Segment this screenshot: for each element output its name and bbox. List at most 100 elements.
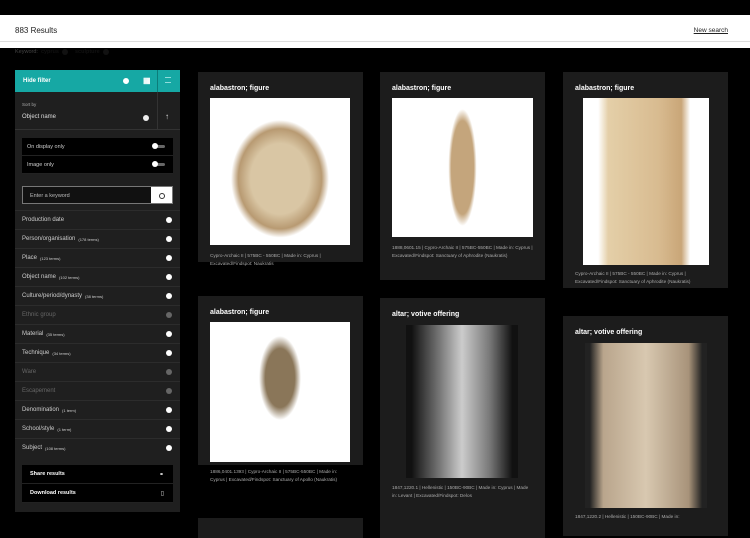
on-display-toggle[interactable]: On display only (22, 138, 173, 156)
divider (157, 92, 158, 130)
object-image[interactable] (210, 98, 350, 245)
chevron-right-icon (166, 217, 172, 223)
facet-production-date[interactable]: Production date (15, 210, 180, 229)
toggle-switch[interactable] (152, 143, 165, 149)
chevron-right-icon (166, 274, 172, 280)
share-label: Share results (30, 471, 65, 477)
collapse-icon[interactable] (123, 78, 129, 84)
facet-subject[interactable]: Subject (108 terms) (15, 438, 180, 457)
result-card[interactable]: altar; votive offering 1847,1220.2 | Hel… (563, 316, 728, 536)
results-header: 883 Results New search Keyword: cyprus s… (0, 15, 750, 55)
sort-select[interactable]: Object name (22, 114, 56, 120)
object-image[interactable] (406, 325, 518, 478)
facet-label: Subject (22, 445, 43, 451)
result-card[interactable]: alabastron; figure Cypro-Archaic II | 57… (563, 72, 728, 288)
facet-label: Culture/period/dynasty (22, 293, 83, 299)
facet-count: (38 terms) (85, 293, 104, 299)
facet-count: (1 term) (57, 426, 72, 432)
toggle-switch[interactable] (152, 161, 165, 167)
filter-sidebar: Hide filter ▦ Sort by Object name ↑ On d… (15, 70, 180, 512)
keyword-filters: Keyword: cyprus sculpture (15, 49, 113, 55)
chevron-down-icon[interactable] (143, 115, 149, 121)
sort-label: Sort by (22, 102, 37, 107)
result-card[interactable]: alabastron; figure 1888,0601.15 | Cypro-… (380, 72, 545, 280)
chevron-right-icon (166, 236, 172, 242)
chevron-right-icon (166, 388, 172, 394)
facet-count: (102 terms) (59, 274, 80, 280)
share-results-button[interactable]: Share results ⚭ (22, 465, 173, 484)
card-title[interactable]: alabastron; figure (575, 85, 728, 92)
card-title[interactable]: altar; votive offering (575, 329, 728, 336)
download-results-button[interactable]: Download results ▯ (22, 484, 173, 503)
result-card[interactable] (198, 518, 363, 538)
keyword-search: Enter a keyword (22, 186, 173, 204)
divider (0, 41, 750, 42)
facet-person-organisation[interactable]: Person/organisation (178 terms) (15, 229, 180, 248)
hide-filter-button[interactable]: Hide filter ▦ (15, 70, 180, 92)
card-description: 1847,1220.2 | Hellenistic | 150BC-90BC |… (575, 514, 680, 519)
facet-list: Production date Person/organisation (178 t… (15, 210, 180, 457)
chevron-right-icon (166, 369, 172, 375)
facet-label: Technique (22, 350, 50, 356)
sort-control: Sort by Object name ↑ (15, 92, 180, 130)
card-description: Cypro-Archaic II | 575BC - 550BC | Made … (210, 253, 321, 266)
facet-culture-period-dynasty[interactable]: Culture/period/dynasty (38 terms) (15, 286, 180, 305)
facet-school-style[interactable]: School/style (1 term) (15, 419, 180, 438)
card-title[interactable]: alabastron; figure (210, 85, 363, 92)
chevron-right-icon (166, 350, 172, 356)
card-description: Cypro-Archaic II | 575BC - 550BC | Made … (575, 271, 691, 284)
facet-label: Escapement (22, 388, 56, 394)
divider (157, 70, 158, 92)
facet-technique[interactable]: Technique (34 terms) (15, 343, 180, 362)
actions: Share results ⚭ Download results ▯ (22, 465, 173, 503)
remove-keyword-icon[interactable] (102, 49, 109, 55)
keyword-chip: cyprus (40, 49, 59, 55)
facet-escapement: Escapement (15, 381, 180, 400)
result-card[interactable]: altar; votive offering 1847,1220.1 | Hel… (380, 298, 545, 538)
chevron-right-icon (166, 293, 172, 299)
sort-direction-icon[interactable]: ↑ (165, 112, 169, 121)
facet-label: Production date (22, 217, 65, 223)
facet-ethnic-group: Ethnic group (15, 305, 180, 324)
object-image[interactable] (585, 343, 707, 508)
result-card[interactable]: alabastron; figure 1886,0401.1393 | Cypr… (198, 296, 363, 482)
object-image[interactable] (583, 98, 709, 265)
chevron-right-icon (166, 331, 172, 337)
card-title[interactable]: alabastron; figure (392, 85, 545, 92)
card-title[interactable]: alabastron; figure (210, 309, 363, 316)
remove-keyword-icon[interactable] (61, 49, 68, 55)
search-icon[interactable] (151, 187, 172, 203)
card-title[interactable]: altar; votive offering (392, 311, 545, 318)
file-icon: ▯ (160, 491, 164, 497)
facet-place[interactable]: Place (123 terms) (15, 248, 180, 267)
facet-denomination[interactable]: Denomination (1 term) (15, 400, 180, 419)
image-only-toggle[interactable]: Image only (22, 156, 173, 174)
facet-count: (123 terms) (40, 255, 61, 261)
card-description: 1847,1220.1 | Hellenistic | 150BC-90BC |… (392, 485, 529, 498)
facet-label: Material (22, 331, 44, 337)
chevron-right-icon (166, 426, 172, 432)
grid-view-icon[interactable]: ▦ (143, 77, 151, 85)
toggles: On display only Image only (22, 138, 173, 174)
keyword-label: Keyword: (15, 49, 38, 55)
facet-label: Object name (22, 274, 57, 280)
list-view-icon[interactable] (165, 77, 171, 83)
facet-object-name[interactable]: Object name (102 terms) (15, 267, 180, 286)
object-image[interactable] (392, 98, 533, 237)
chevron-right-icon (166, 407, 172, 413)
facet-label: School/style (22, 426, 55, 432)
hide-filter-label: Hide filter (23, 78, 51, 84)
object-image[interactable] (210, 322, 350, 462)
keyword-input[interactable]: Enter a keyword (23, 187, 151, 203)
card-description: 1886,0401.1393 | Cypro-Archaic II | 575B… (210, 469, 338, 482)
facet-label: Ethnic group (22, 312, 56, 318)
new-search-link[interactable]: New search (694, 27, 728, 34)
facet-label: Ware (22, 369, 37, 375)
link-icon: ⚭ (158, 472, 164, 478)
facet-label: Place (22, 255, 38, 261)
result-card[interactable]: alabastron; figure Cypro-Archaic II | 57… (198, 72, 363, 266)
facet-count: (1 term) (62, 407, 77, 413)
facet-material[interactable]: Material (35 terms) (15, 324, 180, 343)
chevron-right-icon (166, 445, 172, 451)
toggle-label: Image only (27, 161, 54, 168)
